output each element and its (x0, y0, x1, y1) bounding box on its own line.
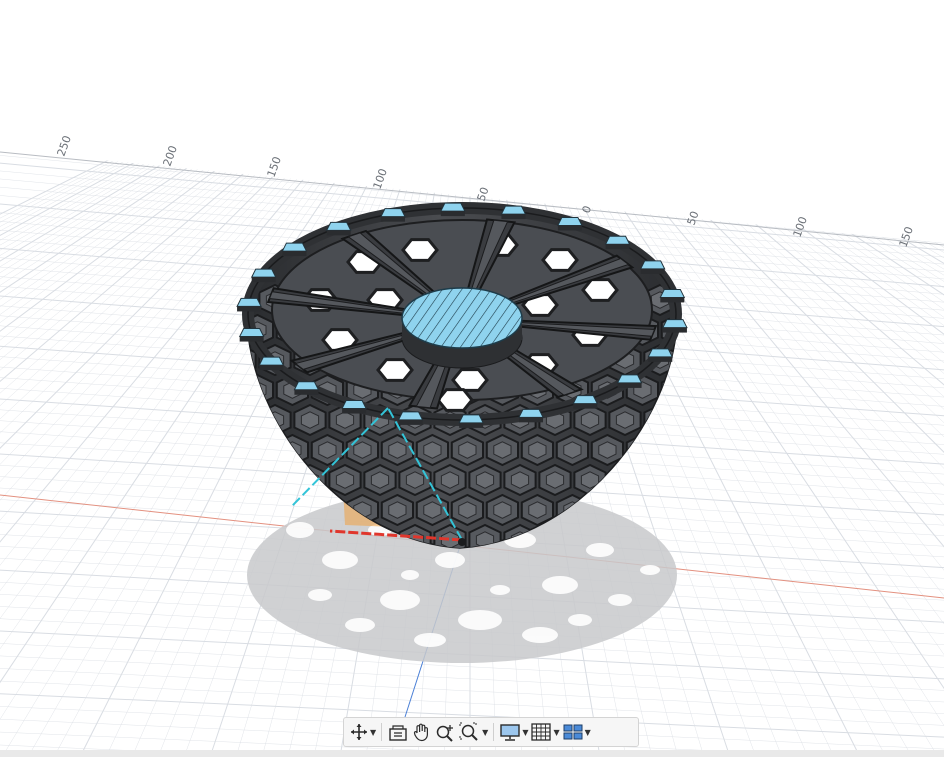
toolbar-separator (493, 723, 495, 741)
display-settings-button[interactable]: ▼ (498, 720, 529, 744)
orbit-button[interactable]: ▼ (348, 720, 377, 744)
display-dropdown-caret[interactable]: ▼ (522, 728, 528, 737)
zoom-button[interactable] (434, 720, 458, 744)
orbit-dropdown-caret[interactable]: ▼ (370, 728, 376, 737)
toolbar-separator (381, 723, 383, 741)
viewports-button[interactable]: ▼ (561, 720, 592, 744)
fit-window-icon (459, 722, 478, 741)
orbit-icon (351, 724, 367, 740)
zoom-icon (436, 725, 454, 742)
fit-button[interactable]: ▼ (458, 720, 489, 744)
look-at-icon (389, 725, 407, 741)
3d-canvas[interactable]: 250 200 150 100 50 0 50 100 150 (0, 0, 944, 757)
navigation-toolbar: ▼ ▼ ▼ ▼ ▼ (343, 717, 639, 747)
hub-section-face[interactable] (401, 287, 523, 349)
fit-dropdown-caret[interactable]: ▼ (482, 728, 488, 737)
pan-button[interactable] (410, 720, 434, 744)
look-at-button[interactable] (386, 720, 410, 744)
pan-hand-icon (414, 723, 429, 742)
viewports-icon (563, 724, 583, 740)
status-strip (0, 750, 944, 757)
grid-snaps-button[interactable]: ▼ (529, 720, 560, 744)
grid-snaps-icon (531, 723, 552, 741)
display-settings-icon (500, 724, 521, 741)
viewports-dropdown-caret[interactable]: ▼ (585, 728, 591, 737)
grid-dropdown-caret[interactable]: ▼ (553, 728, 559, 737)
